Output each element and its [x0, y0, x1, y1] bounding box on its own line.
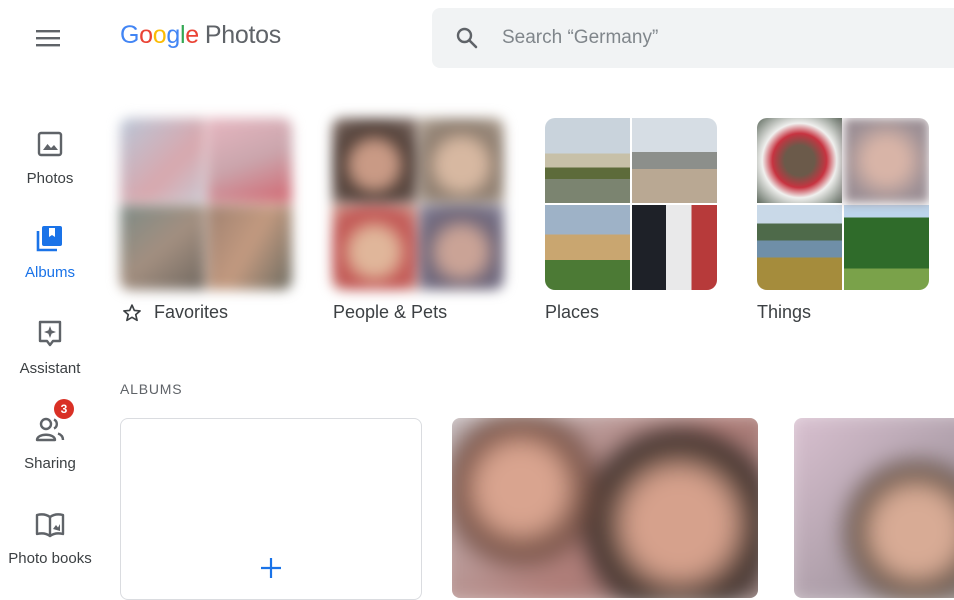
- assistant-icon: [38, 320, 62, 347]
- google-photos-logo[interactable]: Google Photos: [120, 21, 281, 50]
- main-menu-button[interactable]: [24, 20, 72, 56]
- sidebar-item-label: Sharing: [24, 455, 76, 472]
- logo-letter: e: [185, 21, 199, 49]
- plus-icon: [261, 558, 281, 578]
- place-photo-bus: [632, 205, 717, 290]
- search-bar[interactable]: Search “Germany”: [432, 8, 954, 68]
- thing-photo-tree: [844, 205, 929, 290]
- sidebar-item-label: Assistant: [19, 360, 81, 377]
- sidebar-item-photos[interactable]: Photos: [0, 128, 100, 187]
- thing-photo-lake: [757, 205, 842, 290]
- albums-icon: [36, 226, 62, 252]
- logo-letter: o: [152, 21, 167, 49]
- place-photo-gloriette: [545, 118, 630, 203]
- favorites-thumbnail-grid: [120, 118, 292, 290]
- sidebar-item-albums[interactable]: Albums: [0, 222, 100, 281]
- album-card[interactable]: [794, 418, 954, 598]
- places-thumbnail-grid: [545, 118, 717, 290]
- star-outline-icon: [123, 303, 141, 321]
- sidebar-item-sharing[interactable]: 3 Sharing: [0, 399, 100, 472]
- album-cover-image: [452, 418, 758, 598]
- create-album-card[interactable]: [120, 418, 422, 600]
- notification-badge: 3: [54, 399, 74, 419]
- photo-books-icon: [35, 513, 65, 538]
- sidebar-item-photo-books[interactable]: Photo books: [0, 508, 100, 567]
- logo-letter: G: [120, 21, 140, 49]
- category-label: Places: [545, 302, 600, 322]
- thing-photo-blurred: [844, 118, 929, 203]
- sidebar-item-label: Photo books: [8, 550, 92, 567]
- sidebar-item-label: Albums: [24, 264, 76, 281]
- category-label: Things: [757, 302, 812, 322]
- logo-letter: g: [166, 21, 180, 49]
- search-input[interactable]: Search “Germany”: [502, 27, 658, 49]
- things-thumbnail-grid: [757, 118, 929, 290]
- sidebar-item-label: Photos: [26, 170, 74, 187]
- logo-product-name: Photos: [204, 21, 281, 49]
- search-icon[interactable]: [452, 23, 482, 53]
- place-photo-palace: [545, 205, 630, 290]
- logo-letter: o: [139, 21, 153, 49]
- category-label: Favorites: [154, 302, 229, 322]
- hamburger-menu-icon: [36, 30, 60, 47]
- category-label: People & Pets: [333, 302, 448, 322]
- sidebar-item-assistant[interactable]: Assistant: [0, 318, 100, 377]
- people-pets-thumbnail-grid: [332, 118, 504, 290]
- album-card[interactable]: [452, 418, 758, 598]
- photo-icon: [37, 131, 63, 157]
- thing-photo-berries: [757, 118, 842, 203]
- album-cover-image: [794, 418, 954, 598]
- place-photo-bridge: [632, 118, 717, 203]
- albums-section-title: ALBUMS: [120, 381, 183, 397]
